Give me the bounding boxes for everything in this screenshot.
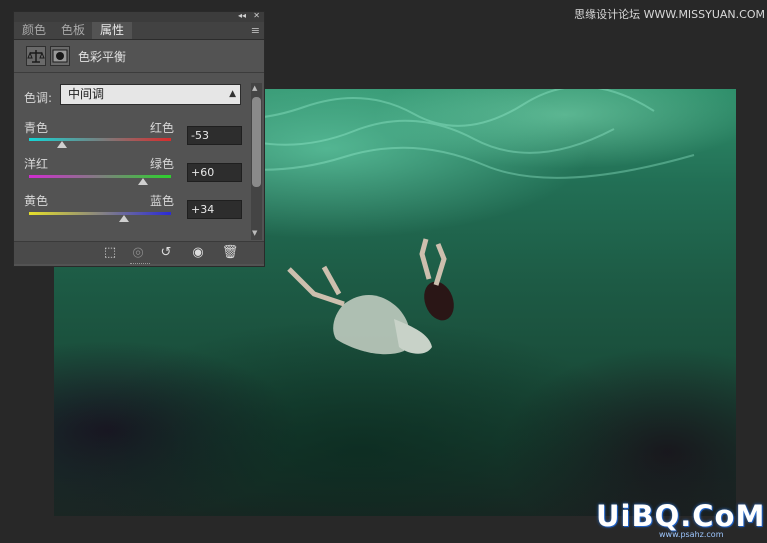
trash-icon[interactable]: 🗑 (218, 243, 242, 263)
tab-color[interactable]: 颜色 (14, 22, 54, 39)
magenta-green-value-field[interactable]: +60 (187, 163, 242, 182)
scroll-down-icon[interactable]: ▼ (252, 229, 257, 237)
slider-cyan-label: 青色 (24, 121, 49, 135)
tone-label: 色调: (24, 91, 53, 105)
slider-blue-label: 蓝色 (150, 194, 175, 208)
watermark-logo: UiBQ.CoM (596, 499, 766, 533)
slider-magenta-label: 洋红 (24, 157, 49, 171)
tab-swatches[interactable]: 色板 (54, 22, 92, 39)
yellow-blue-value-field[interactable]: +34 (187, 200, 242, 219)
properties-panel: ◂◂ ✕ 颜色 色板 属性 ≡ 色彩平衡 色调: 中间调 ▲ 青色 红色 -53… (13, 11, 265, 267)
tab-properties[interactable]: 属性 (92, 22, 132, 39)
reset-icon[interactable]: ↺ (154, 243, 178, 263)
divider (14, 72, 264, 73)
scrollbar-thumb[interactable] (252, 97, 261, 187)
scroll-up-icon[interactable]: ▲ (252, 84, 257, 92)
yellow-blue-slider-thumb[interactable] (119, 215, 130, 222)
panel-title-bar[interactable]: ◂◂ ✕ (14, 11, 264, 22)
magenta-green-slider[interactable] (29, 175, 171, 178)
yellow-blue-slider[interactable] (29, 212, 171, 215)
clip-to-layer-icon[interactable]: ⬚ (98, 243, 122, 263)
tone-select[interactable]: 中间调 ▲ (60, 84, 241, 105)
cyan-red-value-field[interactable]: -53 (187, 126, 242, 145)
panel-scrollbar[interactable]: ▲ ▼ (251, 83, 262, 240)
chevron-updown-icon: ▲ (229, 89, 236, 99)
close-icon[interactable]: ✕ (253, 11, 260, 21)
slider-green-label: 绿色 (150, 157, 175, 171)
tone-select-value: 中间调 (68, 87, 105, 101)
watermark-top: 思缘设计论坛 WWW.MISSYUAN.COM (574, 8, 765, 21)
mask-icon[interactable] (50, 46, 70, 66)
eye-icon[interactable]: ◉ (186, 243, 210, 263)
panel-footer: ⬚ ◎ ↺ ◉ 🗑 (14, 241, 264, 264)
slider-yellow-label: 黄色 (24, 194, 49, 208)
magenta-green-slider-thumb[interactable] (137, 178, 148, 185)
panel-tabs: 颜色 色板 属性 ≡ (14, 22, 264, 40)
cyan-red-slider[interactable] (29, 138, 171, 141)
collapse-icon[interactable]: ◂◂ (238, 11, 246, 21)
falling-girl-figure (287, 238, 454, 355)
cyan-red-slider-thumb[interactable] (57, 141, 68, 148)
adjustment-title: 色彩平衡 (78, 50, 127, 64)
adjustment-header: 色彩平衡 (14, 42, 264, 70)
view-previous-icon[interactable]: ◎ (126, 243, 150, 263)
slider-red-label: 红色 (150, 121, 175, 135)
balance-scale-icon[interactable] (26, 46, 46, 66)
watermark-subtext: www.psahz.com (659, 530, 724, 539)
resize-grip[interactable] (130, 263, 150, 266)
panel-menu-icon[interactable]: ≡ (251, 24, 260, 37)
